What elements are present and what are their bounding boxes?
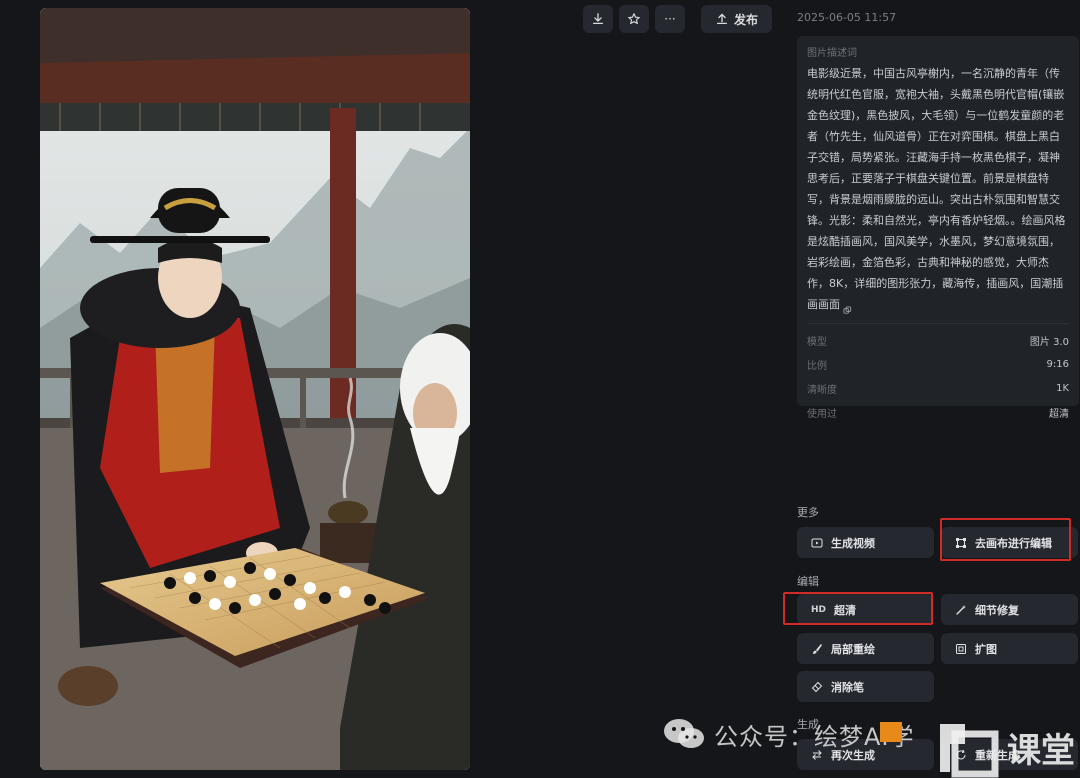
image-toolbar: ··· 发布 — [583, 5, 773, 33]
meta-value: 1K — [1056, 382, 1069, 394]
meta-value: 图片 3.0 — [1029, 336, 1069, 348]
expand-image-label: 扩图 — [975, 642, 997, 656]
prompt-description: 电影级近景，中国古风亭榭内，一名沉静的青年（传统明代红色官服，宽袍大袖，头戴黑色… — [807, 63, 1069, 315]
meta-label: 使用过 — [807, 408, 837, 420]
section-label-edit: 编辑 — [797, 575, 819, 588]
watermark: 公众号：绘梦AI学 — [662, 714, 915, 754]
card-divider — [807, 323, 1069, 324]
canvas-icon — [956, 537, 966, 548]
generate-video-button[interactable]: 生成视频 — [797, 527, 934, 558]
meta-label: 清晰度 — [807, 384, 837, 396]
detail-repair-label: 细节修复 — [975, 603, 1019, 617]
upscale-label: 超清 — [834, 603, 857, 617]
download-icon — [592, 13, 604, 25]
meta-value: 9:16 — [1046, 358, 1069, 370]
image-info-card: 图片描述词 电影级近景，中国古风亭榭内，一名沉静的青年（传统明代红色官服，宽袍大… — [797, 36, 1079, 420]
meta-row-model: 模型 图片 3.0 — [807, 328, 1069, 352]
creation-timestamp: 2025-06-05 11:57 — [797, 11, 897, 24]
artwork-illustration — [40, 8, 470, 770]
publish-button[interactable]: 发布 — [701, 5, 773, 33]
eraser-label: 消除笔 — [831, 680, 864, 694]
meta-label: 比例 — [807, 360, 827, 372]
upload-icon — [716, 13, 728, 25]
expand-image-button[interactable]: 扩图 — [941, 633, 1078, 664]
favorite-button[interactable] — [619, 5, 649, 33]
meta-row-ratio: 比例 9:16 — [807, 352, 1069, 376]
expand-icon — [956, 643, 966, 654]
star-icon — [628, 13, 640, 25]
detail-repair-button[interactable]: 细节修复 — [941, 594, 1078, 625]
generate-video-label: 生成视频 — [831, 536, 875, 550]
meta-value: 超清 — [1049, 408, 1069, 420]
orange-logo-mark — [880, 722, 902, 742]
publish-label: 发布 — [734, 12, 759, 27]
section-label-more: 更多 — [797, 506, 819, 519]
generated-image[interactable] — [40, 8, 470, 770]
wechat-icon — [664, 719, 704, 748]
eraser-button[interactable]: 消除笔 — [797, 671, 934, 702]
upscale-button[interactable]: HD 超清 — [797, 594, 934, 625]
eraser-icon — [811, 681, 823, 692]
watermark-tail: 课堂 — [1007, 731, 1075, 771]
meta-row-resolution: 清晰度 1K — [807, 376, 1069, 400]
download-button[interactable] — [583, 5, 613, 33]
canvas-edit-button[interactable]: 去画布进行编辑 — [941, 527, 1078, 558]
meta-label: 模型 — [807, 336, 827, 348]
more-options-button[interactable]: ··· — [655, 5, 685, 33]
hd-icon: HD — [811, 604, 827, 615]
prompt-text: 电影级近景，中国古风亭榭内，一名沉静的青年（传统明代红色官服，宽袍大袖，头戴黑色… — [807, 67, 1066, 311]
brush-icon — [813, 643, 822, 654]
magic-wand-icon — [956, 604, 966, 615]
copy-icon[interactable] — [843, 301, 852, 314]
inpaint-button[interactable]: 局部重绘 — [797, 633, 934, 664]
canvas-edit-label: 去画布进行编辑 — [975, 536, 1052, 550]
video-icon — [811, 538, 823, 547]
meta-row-used: 使用过 超清 — [807, 400, 1069, 424]
inpaint-label: 局部重绘 — [831, 642, 875, 656]
watermark-logo-icon: 课堂 — [940, 724, 1075, 778]
prompt-heading: 图片描述词 — [807, 48, 857, 59]
